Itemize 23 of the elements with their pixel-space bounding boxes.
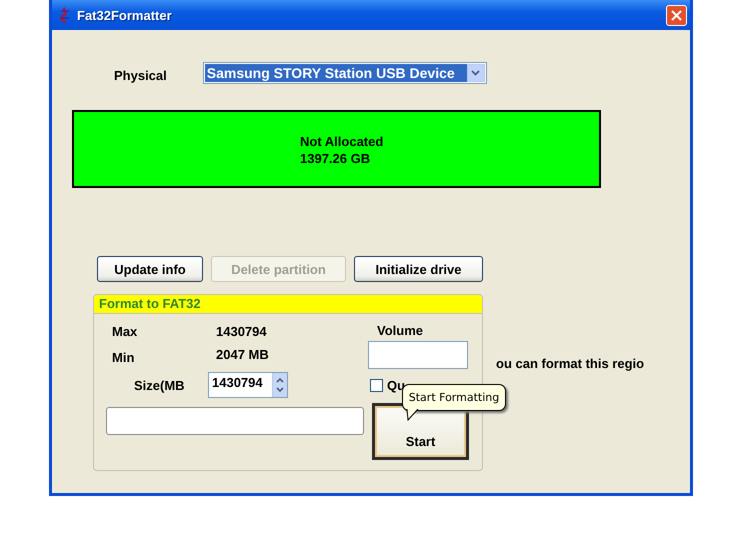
partition-name: Not Allocated [300, 133, 384, 150]
min-value: 2047 MB [216, 346, 269, 362]
close-icon [671, 10, 682, 20]
tooltip-tail-icon [406, 409, 420, 421]
update-info-button[interactable]: Update info [97, 256, 203, 282]
status-message: ou can format this regio [496, 356, 644, 373]
size-spinner[interactable]: 1430794 [208, 372, 288, 398]
drive-dropdown[interactable]: Samsung STORY Station USB Device [202, 62, 487, 84]
volume-field[interactable] [368, 341, 468, 369]
physical-label: Physical [114, 68, 167, 82]
start-button[interactable]: Start [372, 403, 469, 460]
size-label: Size(MB [134, 378, 186, 392]
quick-format-checkbox[interactable] [370, 379, 383, 392]
partition-size: 1397.26 GB [300, 150, 370, 167]
volume-label: Volume [377, 323, 424, 337]
max-value: 1430794 [216, 324, 267, 338]
window-title: Fat32Formatter [77, 8, 172, 22]
group-title: Format to FAT32 [94, 295, 482, 314]
close-button[interactable] [666, 4, 687, 26]
min-label: Min [112, 350, 136, 364]
max-label: Max [112, 324, 138, 338]
app-icon [58, 7, 72, 23]
initialize-drive-button[interactable]: Initialize drive [354, 256, 483, 282]
